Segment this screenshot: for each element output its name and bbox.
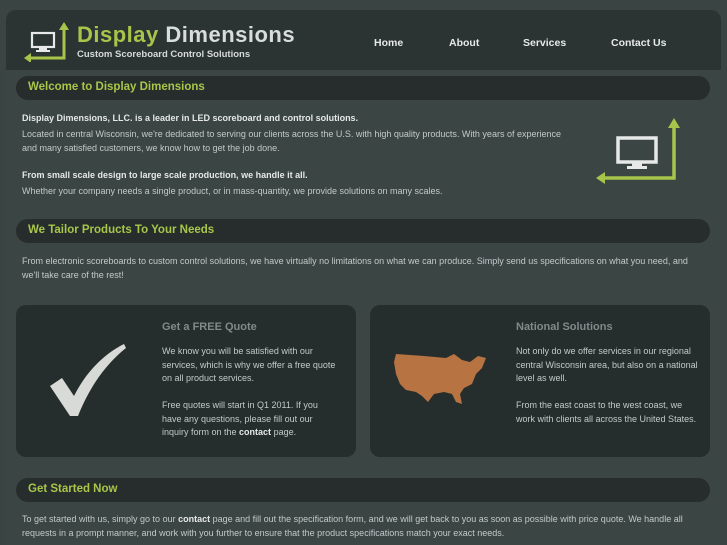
welcome-lead-1: Display Dimensions, LLC. is a leader in … <box>22 113 359 123</box>
brand-word-1: Display <box>77 22 159 47</box>
started-heading: Get Started Now <box>28 483 118 495</box>
quote-card-paragraph-2: Free quotes will start in Q1 2011. If yo… <box>162 399 338 440</box>
quote-card: Get a FREE Quote We know you will be sat… <box>16 305 356 457</box>
monitor-logo-icon <box>24 22 69 62</box>
started-text-before: To get started with us, simply go to our <box>22 514 179 524</box>
started-paragraph: To get started with us, simply go to our… <box>22 513 702 540</box>
nav-home[interactable]: Home <box>374 37 403 49</box>
national-card-title: National Solutions <box>516 321 613 333</box>
welcome-lead-2: From small scale design to large scale p… <box>22 170 308 180</box>
quote-contact-link[interactable]: contact <box>239 427 271 437</box>
national-card: National Solutions Not only do we offer … <box>370 305 710 457</box>
welcome-paragraph-1: Located in central Wisconsin, we're dedi… <box>22 129 561 153</box>
usa-map-icon <box>394 354 486 404</box>
monitor-graphic-icon <box>596 118 680 184</box>
nav-services[interactable]: Services <box>523 37 566 49</box>
tailor-paragraph: From electronic scoreboards to custom co… <box>22 256 688 280</box>
quote-card-paragraph-1: We know you will be satisfied with our s… <box>162 346 336 383</box>
started-contact-link[interactable]: contact <box>178 514 210 524</box>
quote-card-title: Get a FREE Quote <box>162 321 257 333</box>
nav-about[interactable]: About <box>449 37 479 49</box>
welcome-heading: Welcome to Display Dimensions <box>28 81 205 93</box>
national-card-paragraph-2: From the east coast to the west coast, w… <box>516 400 697 424</box>
nav-contact-us[interactable]: Contact Us <box>611 37 666 49</box>
tailor-heading: We Tailor Products To Your Needs <box>28 224 215 236</box>
site-header: Display Dimensions Custom Scoreboard Con… <box>6 10 721 70</box>
brand-word-2: Dimensions <box>165 22 296 47</box>
tailor-heading-bar: We Tailor Products To Your Needs <box>16 219 710 243</box>
welcome-heading-bar: Welcome to Display Dimensions <box>16 76 710 100</box>
welcome-paragraph-2: Whether your company needs a single prod… <box>22 186 443 196</box>
tagline: Custom Scoreboard Control Solutions <box>77 49 251 60</box>
national-card-paragraph-1: Not only do we offer services in our reg… <box>516 346 698 383</box>
brand-name[interactable]: Display Dimensions <box>77 22 295 48</box>
quote-card-text-after: page. <box>271 427 297 437</box>
started-heading-bar: Get Started Now <box>16 478 710 502</box>
checkmark-icon <box>50 344 126 416</box>
